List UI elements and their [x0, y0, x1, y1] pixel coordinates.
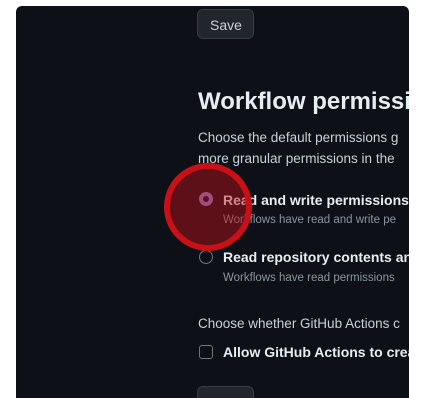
permissions-description-line2: more granular permissions in the	[198, 151, 395, 166]
allow-actions-checkbox[interactable]	[199, 345, 213, 359]
actions-approve-description: Choose whether GitHub Actions c	[198, 316, 400, 331]
read-write-description: Workflows have read and write pe	[223, 214, 397, 226]
save-button-bottom[interactable]	[197, 386, 254, 398]
permissions-description-line1: Choose the default permissions g	[198, 130, 399, 145]
read-only-description: Workflows have read permissions	[223, 272, 395, 284]
allow-actions-label[interactable]: Allow GitHub Actions to crea	[223, 344, 409, 360]
read-only-label[interactable]: Read repository contents and	[223, 249, 409, 265]
read-only-radio[interactable]	[199, 250, 213, 264]
save-button-top[interactable]: Save	[197, 9, 254, 39]
read-write-radio[interactable]	[199, 192, 213, 206]
settings-panel: Save Workflow permissi Choose the defaul…	[16, 6, 409, 398]
workflow-permissions-heading: Workflow permissi	[198, 88, 409, 115]
read-write-label[interactable]: Read and write permissions	[223, 192, 409, 208]
